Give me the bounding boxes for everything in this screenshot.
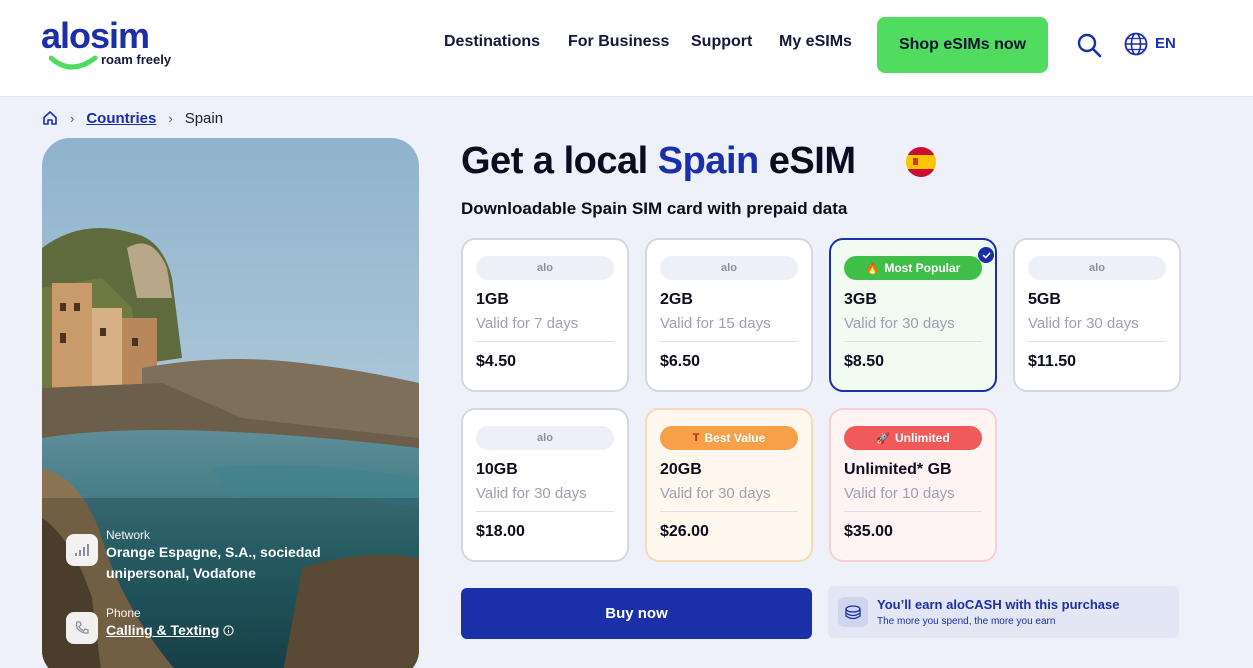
plan-data-amount: 10GB: [476, 461, 518, 478]
globe-icon[interactable]: [1124, 32, 1148, 56]
breadcrumb: › Countries › Spain: [42, 108, 223, 128]
plan-data-amount: Unlimited* GB: [844, 461, 952, 478]
plan-data-amount: 3GB: [844, 291, 877, 308]
nav-destinations[interactable]: Destinations: [444, 33, 540, 51]
plan-validity: Valid for 30 days: [1028, 315, 1139, 332]
logo-tagline: roam freely: [101, 52, 172, 67]
breadcrumb-countries-link[interactable]: Countries: [86, 110, 156, 127]
page-subtitle: Downloadable Spain SIM card with prepaid…: [461, 199, 848, 218]
divider: [1028, 341, 1166, 342]
plan-card-5gb[interactable]: alo 5GB Valid for 30 days $11.50: [1013, 238, 1181, 392]
page-title: Get a local Spain eSIM: [461, 140, 856, 183]
plan-validity: Valid for 30 days: [660, 485, 771, 502]
plan-badge: alo: [476, 256, 614, 280]
home-icon[interactable]: [42, 110, 58, 126]
divider: [844, 341, 982, 342]
plan-validity: Valid for 10 days: [844, 485, 955, 502]
plan-badge: alo: [660, 256, 798, 280]
plan-price: $26.00: [660, 523, 709, 540]
plan-card-2gb[interactable]: alo 2GB Valid for 15 days $6.50: [645, 238, 813, 392]
network-label: Network: [106, 528, 151, 542]
network-value-line2: unipersonal, Vodafone: [106, 565, 256, 581]
search-icon[interactable]: [1076, 32, 1102, 58]
plan-validity: Valid for 30 days: [844, 315, 955, 332]
spain-flag-icon: [906, 147, 936, 177]
plan-card-1gb[interactable]: alo 1GB Valid for 7 days $4.50: [461, 238, 629, 392]
plan-price: $4.50: [476, 353, 517, 370]
alocash-subtitle: The more you spend, the more you earn: [877, 616, 1056, 627]
plan-price: $8.50: [844, 353, 885, 370]
most-popular-badge: 🔥 Most Popular: [844, 256, 982, 280]
selected-check-icon: [978, 247, 994, 263]
plan-price: $6.50: [660, 353, 701, 370]
destination-photo: Network Orange Espagne, S.A., sociedad u…: [42, 138, 419, 668]
smile-icon: [49, 55, 98, 70]
network-info: Network Orange Espagne, S.A., sociedad u…: [66, 528, 321, 584]
nav-my-esims[interactable]: My eSIMs: [779, 33, 852, 51]
trophy-icon: T: [692, 432, 700, 444]
phone-label: Phone: [106, 606, 141, 620]
plan-data-amount: 5GB: [1028, 291, 1061, 308]
unlimited-badge: 🚀 Unlimited: [844, 426, 982, 450]
chevron-right-icon: ›: [70, 110, 75, 126]
plan-price: $11.50: [1028, 353, 1077, 370]
coastline-image: [42, 138, 419, 668]
divider: [844, 511, 982, 512]
logo-wordmark: alosim: [41, 15, 150, 56]
nav-for-business[interactable]: For Business: [568, 33, 669, 51]
nav-support[interactable]: Support: [691, 33, 752, 51]
plan-badge: alo: [476, 426, 614, 450]
plan-validity: Valid for 30 days: [476, 485, 587, 502]
divider: [476, 341, 614, 342]
plan-card-20gb[interactable]: T Best Value 20GB Valid for 30 days $26.…: [645, 408, 813, 562]
fire-icon: 🔥: [865, 262, 880, 275]
signal-icon: [66, 534, 98, 566]
title-prefix: Get a local: [461, 140, 658, 182]
language-selector[interactable]: EN: [1155, 35, 1176, 52]
plan-data-amount: 1GB: [476, 291, 509, 308]
phone-value[interactable]: Calling & Texting: [106, 620, 219, 641]
plan-card-10gb[interactable]: alo 10GB Valid for 30 days $18.00: [461, 408, 629, 562]
shop-esims-button[interactable]: Shop eSIMs now: [877, 17, 1048, 73]
plan-data-amount: 2GB: [660, 291, 693, 308]
divider: [660, 511, 798, 512]
plan-card-3gb[interactable]: 🔥 Most Popular 3GB Valid for 30 days $8.…: [829, 238, 997, 392]
alocash-title: You’ll earn aloCASH with this purchase: [877, 597, 1120, 612]
network-value-line1: Orange Espagne, S.A., sociedad: [106, 544, 321, 560]
badge-label: Unlimited: [895, 431, 950, 445]
divider: [476, 511, 614, 512]
plan-validity: Valid for 15 days: [660, 315, 771, 332]
plan-card-unlimited[interactable]: 🚀 Unlimited Unlimited* GB Valid for 10 d…: [829, 408, 997, 562]
alocash-banner: You’ll earn aloCASH with this purchase T…: [828, 586, 1179, 638]
plan-price: $35.00: [844, 523, 893, 540]
buy-now-button[interactable]: Buy now: [461, 588, 812, 639]
plan-data-amount: 20GB: [660, 461, 702, 478]
divider: [660, 341, 798, 342]
alosim-logo[interactable]: alosim roam freely: [41, 16, 186, 76]
title-suffix: eSIM: [758, 140, 856, 182]
best-value-badge: T Best Value: [660, 426, 798, 450]
site-header: alosim roam freely Destinations For Busi…: [0, 0, 1253, 97]
badge-label: Best Value: [704, 431, 766, 445]
rocket-icon: 🚀: [876, 432, 891, 445]
chevron-right-icon: ›: [168, 110, 173, 126]
coins-icon: [838, 597, 868, 627]
badge-label: Most Popular: [884, 261, 961, 275]
plan-validity: Valid for 7 days: [476, 315, 579, 332]
phone-info: Phone Calling & Texting: [66, 606, 234, 644]
info-icon[interactable]: [223, 625, 234, 636]
plan-badge: alo: [1028, 256, 1166, 280]
breadcrumb-current: Spain: [184, 109, 224, 127]
phone-icon: [66, 612, 98, 644]
title-country: Spain: [657, 140, 759, 182]
plan-price: $18.00: [476, 523, 525, 540]
